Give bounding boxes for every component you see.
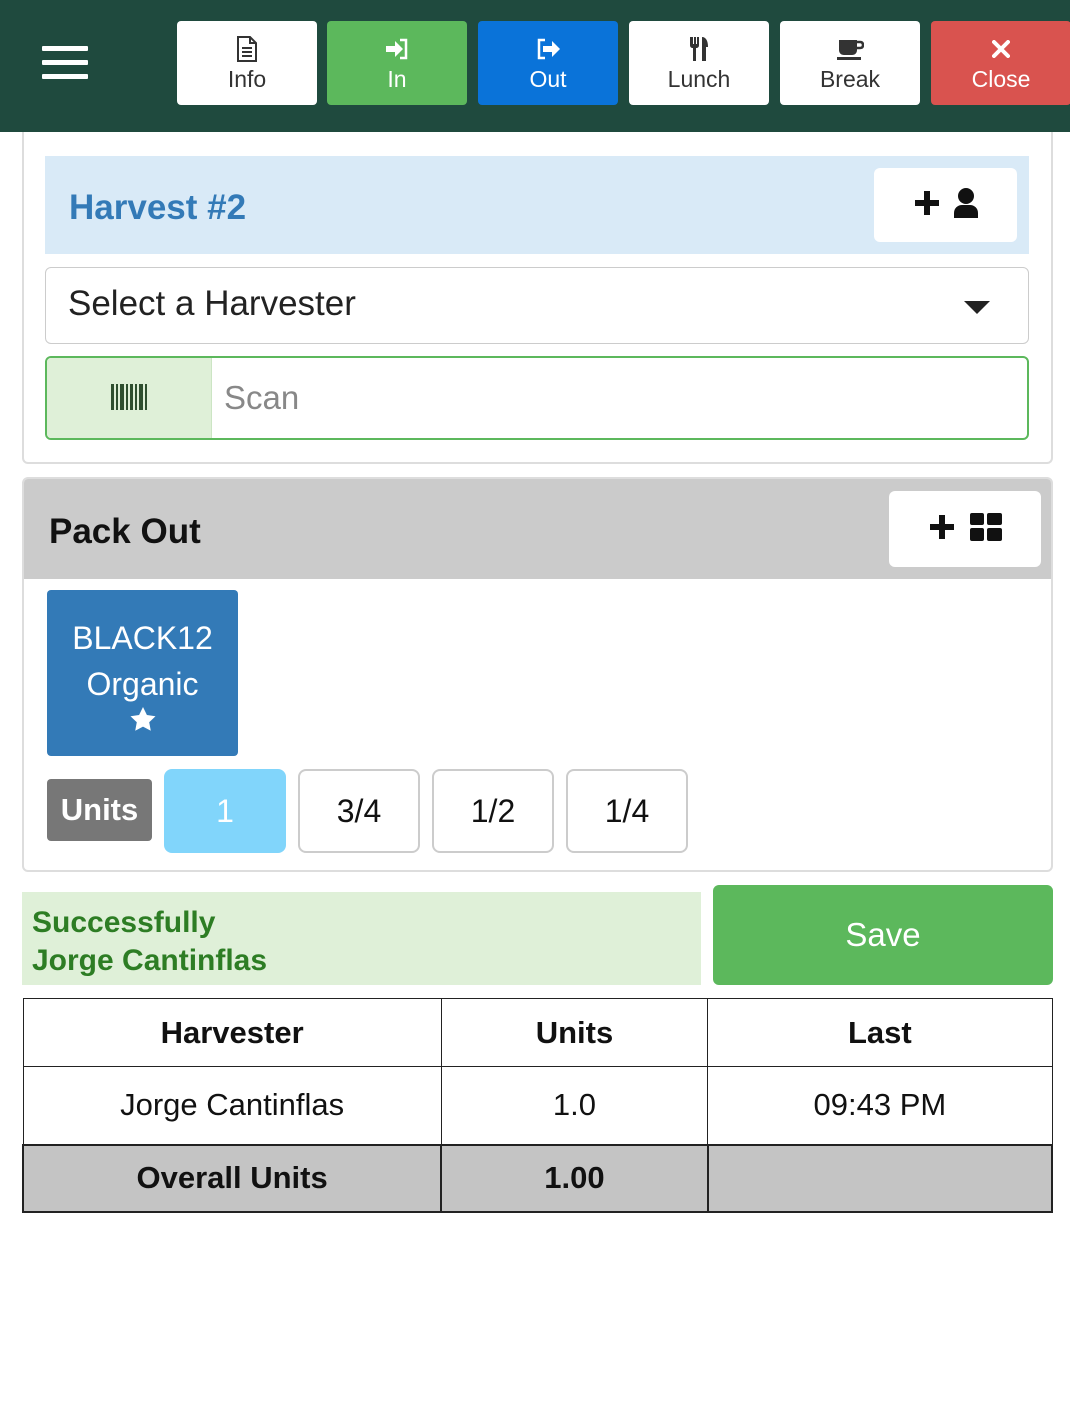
close-label: Close bbox=[971, 66, 1031, 92]
product-tile[interactable]: BLACK12 Organic bbox=[47, 590, 238, 756]
column-header-last: Last bbox=[707, 998, 1053, 1067]
unit-button-1[interactable]: 1 bbox=[164, 769, 286, 853]
add-harvester-button[interactable] bbox=[874, 168, 1017, 242]
break-label: Break bbox=[819, 66, 881, 92]
harvest-summary-table: Harvester Units Last Jorge Cantinflas 1.… bbox=[21, 998, 1054, 1213]
info-label: Info bbox=[227, 66, 267, 92]
column-header-harvester: Harvester bbox=[22, 998, 442, 1067]
scan-input[interactable] bbox=[212, 358, 1027, 438]
star-icon bbox=[47, 706, 238, 732]
coffee-icon bbox=[780, 37, 920, 61]
harvest-header: Harvest #2 bbox=[45, 156, 1029, 254]
sign-in-icon bbox=[327, 37, 467, 61]
total-last bbox=[706, 1143, 1054, 1213]
lunch-button[interactable]: Lunch bbox=[629, 21, 769, 105]
success-alert: Successfully Jorge Cantinflas bbox=[22, 892, 701, 985]
success-harvester-name: Jorge Cantinflas bbox=[32, 944, 268, 977]
sign-out-icon bbox=[478, 37, 618, 61]
harvester-select[interactable]: Select a Harvester bbox=[45, 267, 1029, 344]
cutlery-icon bbox=[629, 37, 769, 61]
total-units: 1.00 bbox=[440, 1143, 709, 1213]
packout-header: Pack Out bbox=[24, 479, 1051, 579]
add-product-button[interactable] bbox=[889, 491, 1041, 567]
info-button[interactable]: Info bbox=[177, 21, 317, 105]
product-code: BLACK12 bbox=[72, 620, 213, 656]
table-header-row: Harvester Units Last bbox=[22, 998, 1053, 1067]
plus-icon bbox=[913, 189, 941, 222]
save-button[interactable]: Save bbox=[713, 885, 1053, 985]
menu-icon[interactable] bbox=[42, 46, 88, 80]
column-header-units: Units bbox=[440, 998, 709, 1067]
success-message: Successfully bbox=[32, 906, 216, 939]
close-button[interactable]: Close bbox=[931, 21, 1070, 105]
units-label: Units bbox=[47, 779, 152, 841]
barcode-icon bbox=[47, 358, 212, 438]
in-label: In bbox=[387, 66, 407, 92]
unit-button-3-4[interactable]: 3/4 bbox=[298, 769, 420, 853]
grid-icon bbox=[970, 512, 1002, 546]
harvest-title: Harvest #2 bbox=[69, 188, 247, 227]
harvester-select-value: Select a Harvester bbox=[68, 284, 356, 323]
table-row: Jorge Cantinflas 1.0 09:43 PM bbox=[22, 1066, 1053, 1145]
lunch-label: Lunch bbox=[667, 66, 731, 92]
chevron-down-icon bbox=[964, 301, 990, 314]
cell-units: 1.0 bbox=[440, 1066, 709, 1145]
file-icon bbox=[177, 36, 317, 62]
packout-title: Pack Out bbox=[49, 512, 201, 551]
clock-in-button[interactable]: In bbox=[327, 21, 467, 105]
top-toolbar: Info In Out Lunch Break Close bbox=[0, 0, 1070, 132]
unit-button-1-4[interactable]: 1/4 bbox=[566, 769, 688, 853]
product-variety: Organic bbox=[86, 666, 199, 702]
table-total-row: Overall Units 1.00 bbox=[21, 1143, 1054, 1213]
total-label: Overall Units bbox=[21, 1143, 443, 1213]
out-label: Out bbox=[529, 66, 567, 92]
break-button[interactable]: Break bbox=[780, 21, 920, 105]
close-icon bbox=[931, 37, 1070, 61]
clock-out-button[interactable]: Out bbox=[478, 21, 618, 105]
cell-harvester: Jorge Cantinflas bbox=[22, 1066, 442, 1145]
scan-group bbox=[45, 356, 1029, 440]
user-icon bbox=[953, 187, 979, 224]
plus-icon bbox=[928, 513, 956, 546]
cell-last: 09:43 PM bbox=[707, 1066, 1053, 1145]
unit-button-1-2[interactable]: 1/2 bbox=[432, 769, 554, 853]
